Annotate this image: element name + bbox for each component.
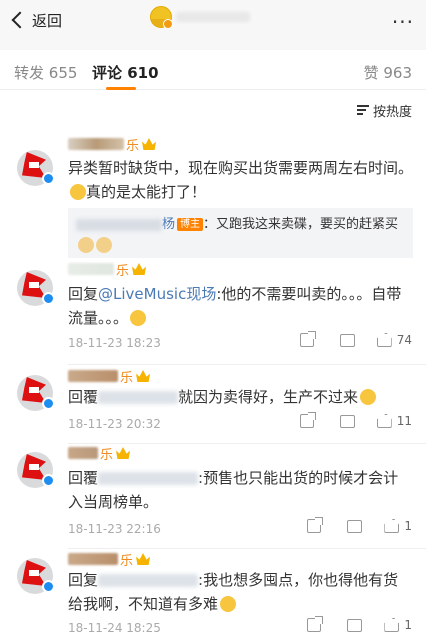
comment-icon[interactable] [347,519,363,533]
comment-text: 回复:我也想多囤点，你也得他有货给我啊，不知道有多难 [68,571,399,613]
sort-label: 按热度 [372,105,412,120]
like-button[interactable]: 74 [376,333,412,347]
verified-badge-icon [42,474,55,487]
thumbs-up-icon [376,333,392,347]
username[interactable]: 乐 [68,262,147,279]
comment-text: 回复@LiveMusic现场:他的不需要叫卖的。。。自带流量。。。 [68,285,402,327]
comment-list: 乐 异类暂时缺货中，现在购买出货需要两周左右时间。真的是太能打了！ 杨博主 ：又跑… [0,126,426,640]
username[interactable]: 乐 [68,446,131,463]
top-bar: 返回 ··· [0,0,426,40]
timestamp: 18-11-23 22:16 [68,522,161,536]
thumbs-up-icon [384,519,400,533]
tab-comment-count: 610 [127,64,159,82]
cat-emoji-icon [78,237,94,253]
sort-bar: 按热度 [0,90,426,126]
timestamp: 18-11-23 18:23 [68,336,161,350]
cry-laugh-emoji-icon [360,389,377,405]
cry-laugh-emoji-icon [220,596,237,612]
timestamp: 18-11-24 18:25 [68,621,161,635]
divider [68,364,426,365]
like-count: 1 [404,618,412,632]
author-reply-box[interactable]: 杨博主 ：又跑我这来卖碟，要买的赶紧买 [68,208,413,258]
tab-like-count: 963 [383,64,412,82]
comment-icon[interactable] [339,333,355,347]
comment-actions: 11 [299,412,412,428]
like-count: 11 [396,414,412,428]
share-icon[interactable] [307,517,324,533]
back-label: 返回 [32,11,63,30]
tab-comment-label: 评论 [92,64,123,82]
like-count: 74 [396,333,412,347]
more-options-button[interactable]: ··· [392,10,414,34]
post-owner-name-blurred [176,12,250,22]
tab-comment[interactable]: 评论 610 [92,62,159,83]
owner-tag: 博主 [177,218,204,231]
divider [68,443,426,444]
comment-actions: 74 [299,331,412,347]
thumbs-up-icon [376,414,392,428]
mention-link[interactable]: @LiveMusic现场 [98,285,216,303]
username[interactable]: 乐 [68,137,157,154]
tab-like-label: 赞 [363,64,379,82]
comment-text: 回覆:预售也只能出货的时候才会计入当周榜单。 [68,469,399,511]
comment-icon[interactable] [339,414,355,428]
verified-badge-icon [42,172,55,185]
crown-icon [116,447,131,459]
tab-bar: 转发 655 评论 610 赞 963 [0,50,426,90]
sort-by-heat-button[interactable]: 按热度 [356,101,412,120]
verified-badge-icon [42,580,55,593]
comment-actions: 1 [307,517,412,533]
share-icon[interactable] [299,331,316,347]
username[interactable]: 乐 [68,552,151,569]
comment-actions: 1 [307,616,412,632]
verified-badge-icon [42,292,55,305]
crown-icon [142,138,157,150]
post-owner-avatar[interactable] [150,6,173,29]
tab-like[interactable]: 赞 963 [364,62,412,83]
share-icon[interactable] [307,616,324,632]
verified-badge-icon [42,397,55,410]
cry-laugh-emoji-icon [70,184,86,200]
chevron-left-icon [11,11,29,29]
comment-text: 异类暂时缺货中，现在购买出货需要两周左右时间。真的是太能打了！ [68,159,414,201]
like-button[interactable]: 1 [384,618,412,632]
crown-icon [132,263,147,275]
tab-repost[interactable]: 转发 655 [14,62,77,83]
thumbs-up-icon [384,618,400,632]
timestamp: 18-11-23 20:32 [68,417,161,431]
back-button[interactable]: 返回 [8,7,62,33]
crown-icon [136,370,151,382]
tab-repost-count: 655 [48,64,78,82]
comment-text: 回覆 就因为卖得好，生产不过来 [68,385,413,409]
like-button[interactable]: 11 [376,414,412,428]
comment-icon[interactable] [347,618,363,632]
username[interactable]: 乐 [68,369,151,386]
sort-icon [356,105,369,116]
share-icon[interactable] [299,412,316,428]
smirk-emoji-icon [130,310,147,326]
like-button[interactable]: 1 [384,519,412,533]
crown-icon [136,553,151,565]
like-count: 1 [404,519,412,533]
cat-emoji-icon [96,237,112,253]
tab-repost-label: 转发 [14,64,45,82]
